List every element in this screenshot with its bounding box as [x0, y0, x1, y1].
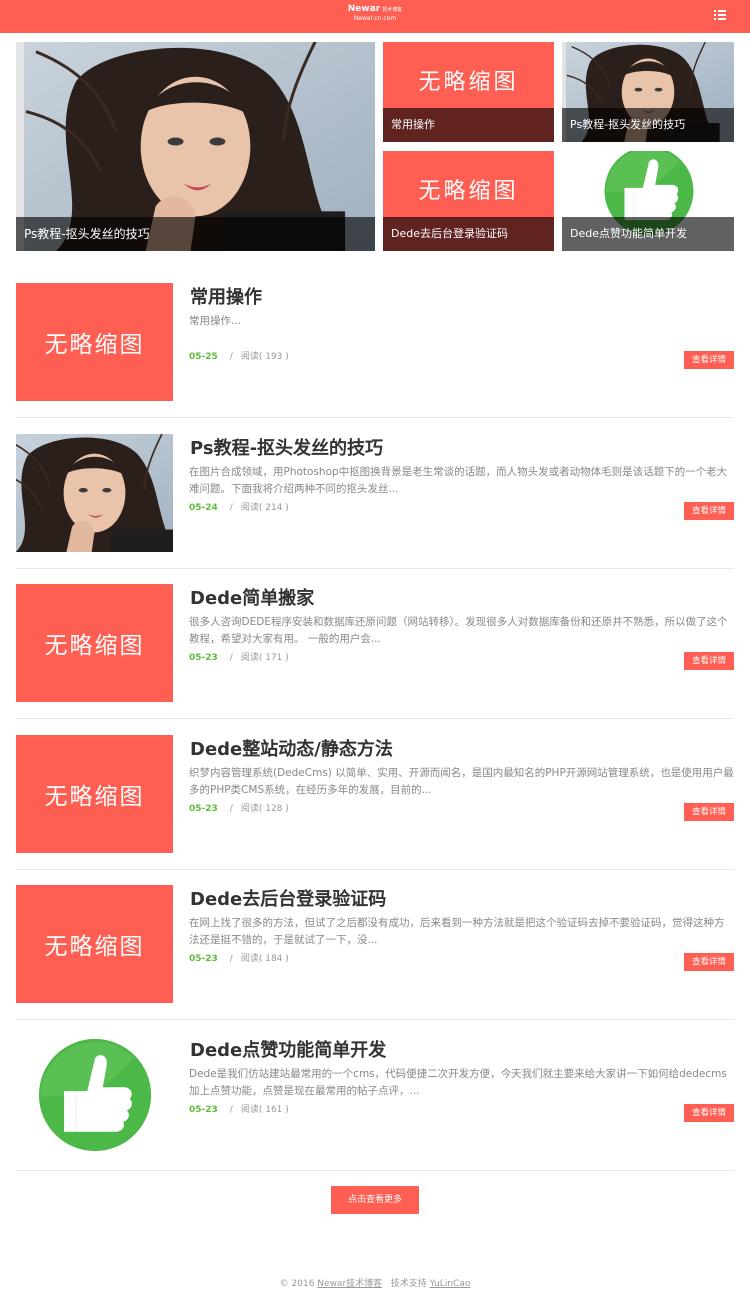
article-meta: 05-23 / 阅读( 161 ): [189, 1102, 289, 1115]
list-item: 无略缩图 Dede去后台登录验证码 在网上找了很多的方法，但试了之后都没有成功，…: [16, 869, 734, 1020]
article-views: 阅读( 161 ): [240, 1105, 289, 1115]
no-thumbnail-label: 无略缩图: [418, 70, 519, 95]
featured-caption: Dede去后台登录验证码: [383, 217, 554, 251]
view-details-button[interactable]: 查看详情: [684, 652, 734, 670]
no-thumbnail-label: 无略缩图: [44, 934, 145, 960]
view-details-button[interactable]: 查看详情: [684, 953, 734, 971]
featured-main[interactable]: Ps教程-抠头发丝的技巧: [16, 42, 375, 251]
copyright-text: © 2016: [279, 1279, 315, 1289]
article-excerpt: 在图片合成领域，用Photoshop中抠图换背景是老生常谈的话题，而人物头发或者…: [189, 466, 728, 495]
brand-logo[interactable]: Newar 技术博客 Newar.cn.com: [0, 5, 750, 22]
featured-card[interactable]: Dede点赞功能简单开发: [562, 151, 734, 251]
featured-caption: Ps教程-抠头发丝的技巧: [562, 108, 734, 142]
featured-card[interactable]: Ps教程-抠头发丝的技巧: [562, 42, 734, 142]
article-thumbnail[interactable]: 无略缩图: [16, 584, 173, 702]
meta-separator: /: [229, 653, 233, 663]
list-item: 无略缩图 Dede整站动态/静态方法 织梦内容管理系统(DedeCms) 以简单…: [16, 719, 734, 870]
site-link[interactable]: Newar技术博客: [317, 1279, 382, 1289]
article-meta: 05-25 / 阅读( 193 ): [189, 349, 289, 362]
no-thumbnail-label: 无略缩图: [44, 784, 145, 810]
list-item: 无略缩图 Dede简单搬家 很多人咨询DEDE程序安装和数据库还原问题（网站转移…: [16, 568, 734, 719]
article-excerpt: 常用操作...: [189, 315, 242, 327]
article-views: 阅读( 193 ): [240, 352, 289, 362]
meta-separator: /: [229, 1105, 233, 1115]
article-date: 05-24: [189, 503, 218, 513]
article-date: 05-25: [189, 352, 218, 362]
article-excerpt: Dede是我们仿站建站最常用的一个cms，代码便捷二次开发方便，今天我们就主要来…: [189, 1068, 727, 1097]
meta-separator: /: [229, 503, 233, 513]
article-thumbnail[interactable]: 无略缩图: [16, 283, 173, 401]
list-item: Ps教程-抠头发丝的技巧 在图片合成领域，用Photoshop中抠图换背景是老生…: [16, 418, 734, 569]
brand-name: Newar: [347, 4, 381, 14]
article-title[interactable]: 常用操作: [190, 283, 262, 309]
article-date: 05-23: [189, 1105, 218, 1115]
view-details-button[interactable]: 查看详情: [684, 803, 734, 821]
article-meta: 05-23 / 阅读( 128 ): [189, 801, 289, 814]
featured-caption: Ps教程-抠头发丝的技巧: [16, 217, 375, 251]
article-title[interactable]: Dede简单搬家: [190, 584, 314, 610]
article-date: 05-23: [189, 653, 218, 663]
meta-separator: /: [229, 352, 233, 362]
view-details-button[interactable]: 查看详情: [684, 351, 734, 369]
article-title[interactable]: Ps教程-抠头发丝的技巧: [190, 434, 383, 460]
meta-separator: /: [229, 804, 233, 814]
view-details-button[interactable]: 查看详情: [684, 502, 734, 520]
no-thumbnail-label: 无略缩图: [44, 332, 145, 358]
article-excerpt: 很多人咨询DEDE程序安装和数据库还原问题（网站转移）。发现很多人对数据库备份和…: [189, 616, 728, 645]
footer: © 2016 Newar技术博客 技术支持 YuLinCao: [0, 1276, 750, 1289]
list-item: Dede点赞功能简单开发 Dede是我们仿站建站最常用的一个cms，代码便捷二次…: [16, 1020, 734, 1171]
article-meta: 05-23 / 阅读( 184 ): [189, 951, 289, 964]
article-thumbnail[interactable]: [16, 1036, 173, 1154]
featured-card[interactable]: 无略缩图 常用操作: [383, 42, 554, 142]
featured-caption: 常用操作: [383, 108, 554, 142]
load-more-button[interactable]: 点击查看更多: [331, 1186, 419, 1214]
list-item: 无略缩图 常用操作 常用操作... 05-25 / 阅读( 193 ) 查看详情: [16, 267, 734, 418]
article-excerpt: 织梦内容管理系统(DedeCms) 以简单、实用、开源而闻名，是国内最知名的PH…: [189, 767, 734, 796]
article-date: 05-23: [189, 954, 218, 964]
article-views: 阅读( 214 ): [240, 503, 289, 513]
no-thumbnail-label: 无略缩图: [44, 633, 145, 659]
no-thumbnail-label: 无略缩图: [418, 179, 519, 204]
author-link[interactable]: YuLinCao: [430, 1279, 471, 1289]
view-details-button[interactable]: 查看详情: [684, 1104, 734, 1122]
featured-caption: Dede点赞功能简单开发: [562, 217, 734, 251]
article-views: 阅读( 128 ): [240, 804, 289, 814]
article-thumbnail[interactable]: [16, 434, 173, 552]
article-date: 05-23: [189, 804, 218, 814]
thumbs-up-icon: [37, 1037, 153, 1153]
article-thumbnail[interactable]: 无略缩图: [16, 885, 173, 1003]
woman-photo: [16, 434, 173, 552]
article-meta: 05-24 / 阅读( 214 ): [189, 500, 289, 513]
article-meta: 05-23 / 阅读( 171 ): [189, 650, 289, 663]
article-views: 阅读( 184 ): [240, 954, 289, 964]
article-title[interactable]: Dede整站动态/静态方法: [190, 735, 393, 761]
article-thumbnail[interactable]: 无略缩图: [16, 735, 173, 853]
brand-tag: 技术博客: [382, 7, 403, 13]
meta-separator: /: [229, 954, 233, 964]
featured-card[interactable]: 无略缩图 Dede去后台登录验证码: [383, 151, 554, 251]
support-label: 技术支持: [390, 1279, 427, 1289]
brand-url: Newar.cn.com: [353, 15, 397, 22]
article-views: 阅读( 171 ): [240, 653, 289, 663]
article-title[interactable]: Dede去后台登录验证码: [190, 885, 386, 911]
article-title[interactable]: Dede点赞功能简单开发: [190, 1036, 386, 1062]
top-bar: Newar 技术博客 Newar.cn.com: [0, 0, 750, 33]
list-icon[interactable]: [714, 10, 726, 21]
article-excerpt: 在网上找了很多的方法，但试了之后都没有成功，后来看到一种方法就是把这个验证码去掉…: [189, 917, 725, 946]
